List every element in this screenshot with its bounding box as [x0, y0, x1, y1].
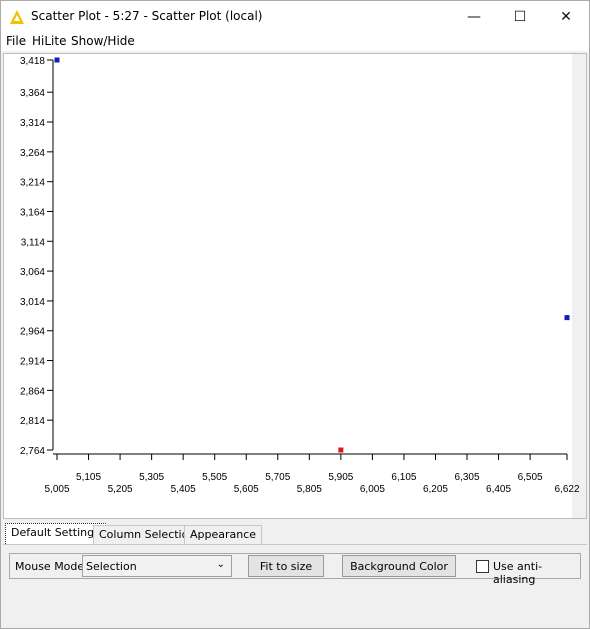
fit-to-size-button[interactable]: Fit to size — [248, 555, 324, 577]
x-tick-label: 5,105 — [76, 472, 101, 483]
x-tick-label: 6,105 — [391, 472, 416, 483]
y-tick-label: 3,264 — [20, 148, 45, 159]
y-tick-label: 3,064 — [20, 267, 45, 278]
chevron-down-icon: ⌄ — [216, 559, 225, 570]
y-tick-label: 2,864 — [20, 386, 45, 397]
scatter-plot-chart[interactable]: 3,418 3,364 3,314 3,264 3,214 3,164 3,114 3,064… — [4, 54, 586, 518]
scatter-point[interactable] — [54, 57, 60, 63]
x-tick-label: 5,905 — [328, 472, 353, 483]
y-tick-label: 3,418 — [20, 56, 45, 67]
x-tick-label: 6,305 — [455, 472, 480, 483]
x-tick-label: 5,005 — [44, 484, 69, 495]
settings-tabs: Default Settings Column Selection Appear… — [3, 523, 587, 545]
settings-toolbar: Mouse Mode Selection ⌄ Fit to size Backg… — [9, 553, 581, 586]
menu-hilite[interactable]: HiLite — [32, 34, 66, 48]
x-tick-label: 6,005 — [360, 484, 385, 495]
y-axis-ticks: 3,418 3,364 3,314 3,264 3,214 3,164 3,114 3,064… — [20, 56, 53, 457]
anti-aliasing-checkbox[interactable] — [476, 560, 489, 573]
y-tick-label: 3,214 — [20, 178, 45, 189]
close-icon: ✕ — [560, 8, 572, 25]
app-window: Scatter Plot - 5:27 - Scatter Plot (loca… — [0, 0, 590, 629]
y-tick-label: 2,764 — [20, 446, 45, 457]
y-tick-label: 3,014 — [20, 297, 45, 308]
menu-bar: File HiLite Show/Hide — [1, 32, 589, 51]
menu-file[interactable]: File — [6, 34, 26, 48]
x-tick-label: 5,705 — [265, 472, 290, 483]
x-tick-label: 5,205 — [108, 484, 133, 495]
mouse-mode-value: Selection — [86, 560, 137, 573]
x-tick-label: 6,205 — [423, 484, 448, 495]
warning-triangle-icon — [10, 10, 24, 24]
y-tick-label: 2,814 — [20, 416, 45, 427]
scatter-point[interactable] — [338, 447, 344, 453]
default-settings-panel: Mouse Mode Selection ⌄ Fit to size Backg… — [3, 544, 587, 626]
mouse-mode-label: Mouse Mode — [15, 560, 85, 573]
y-tick-label: 3,164 — [20, 207, 45, 218]
y-tick-label: 3,314 — [20, 118, 45, 129]
menu-show-hide[interactable]: Show/Hide — [71, 34, 135, 48]
background-color-button[interactable]: Background Color — [342, 555, 456, 577]
scatter-point[interactable] — [564, 315, 570, 321]
y-tick-label: 3,114 — [21, 237, 46, 248]
title-bar[interactable]: Scatter Plot - 5:27 - Scatter Plot (loca… — [1, 1, 589, 32]
x-tick-label: 5,805 — [297, 484, 322, 495]
mouse-mode-select[interactable]: Selection ⌄ — [82, 555, 232, 577]
anti-aliasing-label: Use anti-aliasing — [493, 560, 543, 586]
y-tick-label: 3,364 — [20, 88, 45, 99]
x-tick-label: 5,605 — [234, 484, 259, 495]
scatter-plot-area[interactable]: 3,418 3,364 3,314 3,264 3,214 3,164 3,114 3,064… — [3, 53, 587, 519]
minimize-icon: — — [467, 8, 481, 25]
y-tick-label: 2,914 — [20, 357, 45, 368]
x-tick-label: 5,405 — [171, 484, 196, 495]
x-tick-label: 6,505 — [518, 472, 543, 483]
maximize-icon: ☐ — [513, 8, 527, 25]
x-tick-label: 5,305 — [139, 472, 164, 483]
x-tick-label: 5,505 — [202, 472, 227, 483]
tab-default-settings[interactable]: Default Settings — [5, 523, 106, 544]
tab-appearance[interactable]: Appearance — [184, 525, 263, 544]
y-tick-label: 2,964 — [20, 327, 45, 338]
x-tick-label: 6,622 — [554, 484, 579, 495]
plot-scrollbar-gutter — [572, 54, 586, 518]
maximize-button[interactable]: ☐ — [497, 1, 543, 32]
window-title: Scatter Plot - 5:27 - Scatter Plot (loca… — [31, 9, 263, 23]
x-tick-label: 6,405 — [486, 484, 511, 495]
minimize-button[interactable]: — — [451, 1, 497, 32]
x-axis-ticks: 5,105 5,305 5,505 5,705 5,905 6,105 6,305 6,505… — [44, 454, 580, 495]
close-button[interactable]: ✕ — [543, 1, 589, 32]
data-points — [54, 57, 570, 453]
